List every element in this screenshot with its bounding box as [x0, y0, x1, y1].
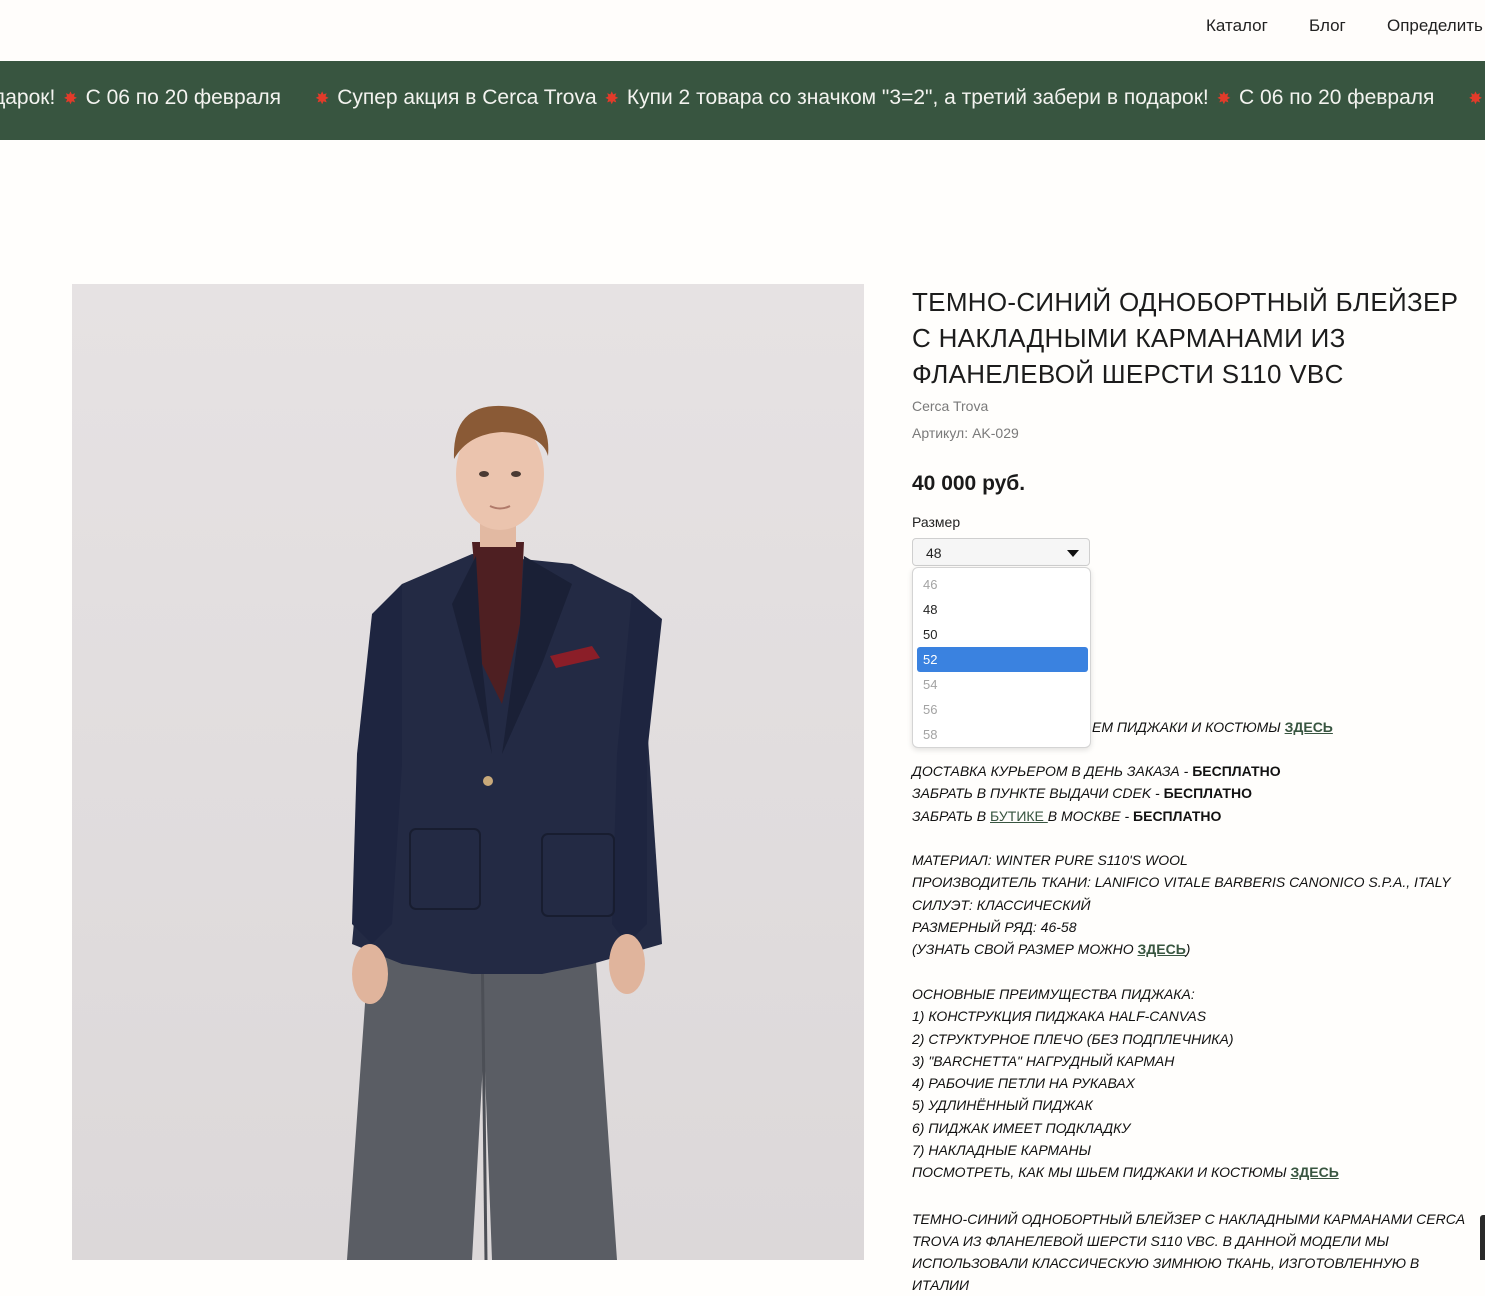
- size-option-46[interactable]: 46: [917, 572, 1088, 597]
- promo-text: дарок!: [0, 86, 56, 109]
- sparkle-icon: ✸: [63, 89, 78, 108]
- product-price: 40 000 руб.: [912, 472, 1026, 495]
- sewing-here-link-bottom[interactable]: ЗДЕСЬ: [1291, 1164, 1339, 1180]
- benefit-item: 4) РАБОЧИЕ ПЕТЛИ НА РУКАВАХ: [912, 1075, 1136, 1092]
- size-option-58[interactable]: 58: [917, 722, 1088, 747]
- size-option-52[interactable]: 52: [917, 647, 1088, 672]
- promo-text: Купи 2 товара со значком "3=2", а третий…: [626, 86, 1209, 109]
- model-illustration: [72, 284, 864, 1260]
- size-select-value: 48: [926, 545, 942, 561]
- material-line: МАТЕРИАЛ: WINTER PURE S110'S WOOL: [912, 852, 1188, 868]
- benefit-item: 1) КОНСТРУКЦИЯ ПИДЖАКА HALF-CANVAS: [912, 1008, 1207, 1025]
- benefit-item: 7) НАКЛАДНЫЕ КАРМАНЫ: [912, 1142, 1092, 1159]
- size-range-line: РАЗМЕРНЫЙ РЯД: 46-58: [912, 918, 1077, 935]
- product-sku: Артикул: AK-029: [912, 425, 1019, 441]
- benefits-list: ОСНОВНЫЕ ПРЕИМУЩЕСТВА ПИДЖАКА: 1) КОНСТР…: [912, 983, 1472, 1184]
- boutique-link[interactable]: БУТИКЕ: [990, 808, 1048, 824]
- sparkle-icon: ✸: [1468, 89, 1483, 108]
- sparkle-icon: ✸: [1216, 89, 1232, 108]
- benefits-title: ОСНОВНЫЕ ПРЕИМУЩЕСТВА ПИДЖАКА:: [912, 986, 1195, 1002]
- size-hint-line: (УЗНАТЬ СВОЙ РАЗМЕР МОЖНО ЗДЕСЬ): [912, 941, 1191, 958]
- nav-link-catalog[interactable]: Каталог: [1206, 16, 1268, 36]
- size-dropdown[interactable]: 46 48 50 52 54 56 58: [912, 567, 1091, 748]
- product-description-paragraph: ТЕМНО-СИНИЙ ОДНОБОРТНЫЙ БЛЕЙЗЕР С НАКЛАД…: [912, 1211, 1465, 1293]
- size-select[interactable]: 48: [912, 538, 1090, 566]
- promo-text: С 06 по 20 февраля: [1239, 86, 1435, 109]
- chat-widget-edge[interactable]: [1480, 1215, 1485, 1260]
- benefit-item: 5) УДЛИНЁННЫЙ ПИДЖАК: [912, 1097, 1093, 1114]
- sewing-here-link[interactable]: ЗДЕСЬ: [1285, 719, 1333, 735]
- product-image[interactable]: [72, 284, 864, 1260]
- size-guide-link[interactable]: ЗДЕСЬ: [1138, 941, 1186, 957]
- fabric-maker-line: ПРОИЗВОДИТЕЛЬ ТКАНИ: LANIFICO VITALE BAR…: [912, 874, 1451, 891]
- size-option-48[interactable]: 48: [917, 597, 1088, 622]
- size-label: Размер: [912, 514, 961, 530]
- delivery-info: ДОСТАВКА КУРЬЕРОМ В ДЕНЬ ЗАКАЗА - БЕСПЛА…: [912, 760, 1472, 827]
- nav-link-detect[interactable]: Определить: [1387, 16, 1483, 36]
- delivery-boutique: ЗАБРАТЬ В БУТИКЕ В МОСКВЕ - БЕСПЛАТНО: [912, 807, 1222, 824]
- nav-link-blog[interactable]: Блог: [1309, 16, 1346, 36]
- benefit-item: 3) "BARCHETTA" НАГРУДНЫЙ КАРМАН: [912, 1052, 1175, 1069]
- benefit-item: 2) СТРУКТУРНОЕ ПЛЕЧО (БЕЗ ПОДПЛЕЧНИКА): [912, 1030, 1234, 1047]
- delivery-courier: ДОСТАВКА КУРЬЕРОМ В ДЕНЬ ЗАКАЗА - БЕСПЛА…: [912, 763, 1281, 779]
- top-navigation: Каталог Блог Определить: [0, 0, 1485, 60]
- product-title: ТЕМНО-СИНИЙ ОДНОБОРТНЫЙ БЛЕЙЗЕР С НАКЛАД…: [912, 287, 1459, 389]
- benefit-item: 6) ПИДЖАК ИМЕЕТ ПОДКЛАДКУ: [912, 1119, 1131, 1136]
- promo-text: Супер акция в Cerca Trova: [337, 86, 597, 109]
- material-info: МАТЕРИАЛ: WINTER PURE S110'S WOOL ПРОИЗВ…: [912, 849, 1472, 960]
- sku-label: Артикул:: [912, 425, 969, 441]
- size-option-56[interactable]: 56: [917, 697, 1088, 722]
- sparkle-icon: ✸: [314, 89, 330, 108]
- delivery-cdek: ЗАБРАТЬ В ПУНКТЕ ВЫДАЧИ CDEK - БЕСПЛАТНО: [912, 785, 1252, 802]
- promo-text: С 06 по 20 февраля: [85, 86, 281, 109]
- silhouette-line: СИЛУЭТ: КЛАССИЧЕСКИЙ: [912, 896, 1091, 913]
- chevron-down-icon: [1067, 550, 1079, 557]
- size-option-54[interactable]: 54: [917, 672, 1088, 697]
- product-brand: Cerca Trova: [912, 398, 989, 414]
- promo-marquee: дарок! ✸ С 06 по 20 февраля ✸ Супер акция в …: [0, 86, 1485, 110]
- sewing-text: ЕМ ПИДЖАКИ И КОСТЮМЫ: [1092, 719, 1285, 735]
- promo-banner: дарок! ✸ С 06 по 20 февраля ✸ Супер акция в …: [0, 61, 1485, 140]
- sku-value: AK-029: [972, 425, 1019, 441]
- size-option-50[interactable]: 50: [917, 622, 1088, 647]
- product-info: ТЕМНО-СИНИЙ ОДНОБОРТНЫЙ БЛЕЙЗЕР С НАКЛАД…: [912, 284, 1472, 392]
- sparkle-icon: ✸: [604, 89, 619, 108]
- sewing-link-line: ПОСМОТРЕТЬ, КАК МЫ ШЬЕМ ПИДЖАКИ И КОСТЮМ…: [912, 1164, 1339, 1181]
